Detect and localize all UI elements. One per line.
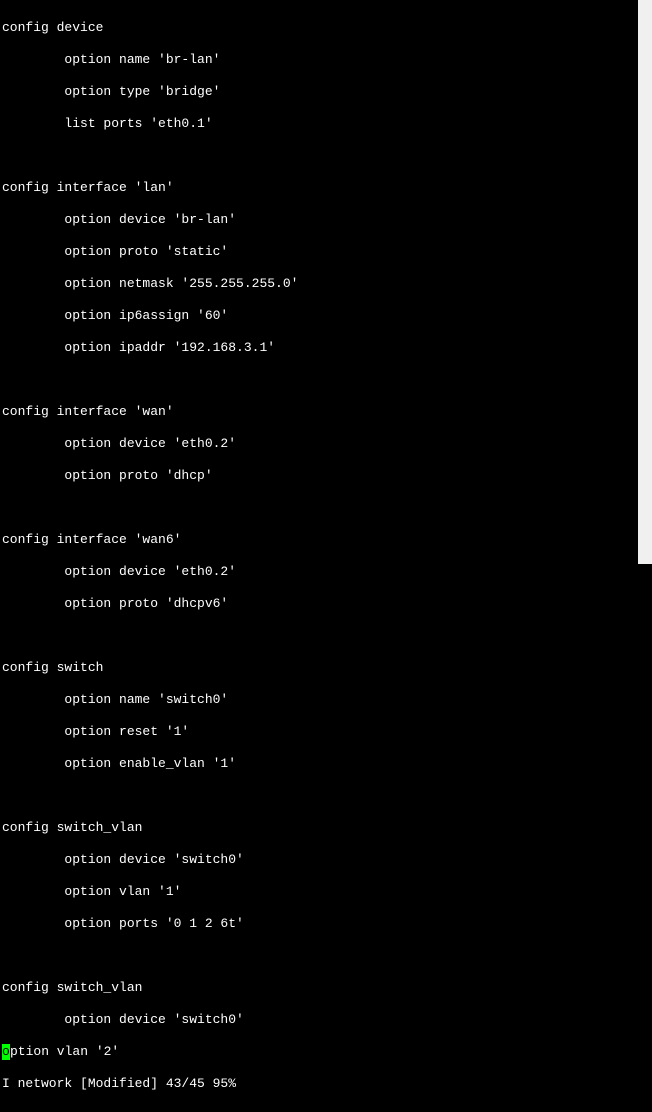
config-line: option netmask '255.255.255.0' [2,276,650,292]
terminal-editor[interactable]: config device option name 'br-lan' optio… [0,0,652,1112]
config-line [2,628,650,644]
config-line [2,788,650,804]
scrollbar[interactable] [638,0,652,564]
config-line: option proto 'static' [2,244,650,260]
config-line: config switch [2,660,650,676]
config-line: config switch_vlan [2,820,650,836]
editor-status-line: I network [Modified] 43/45 95% [2,1076,650,1092]
config-line: option device 'eth0.2' [2,436,650,452]
editor-cursor: o [2,1044,10,1060]
config-line: option proto 'dhcpv6' [2,596,650,612]
config-line [2,500,650,516]
config-line: config switch_vlan [2,980,650,996]
config-line: option vlan '1' [2,884,650,900]
cursor-line: option vlan '2' [2,1044,650,1060]
config-line: option type 'bridge' [2,84,650,100]
config-line: config interface 'wan' [2,404,650,420]
config-line: config device [2,20,650,36]
config-line [2,372,650,388]
config-line: option proto 'dhcp' [2,468,650,484]
config-line: option device 'eth0.2' [2,564,650,580]
cursor-line-text: ption vlan '2' [10,1044,119,1059]
config-line: config interface 'lan' [2,180,650,196]
config-line: option device 'switch0' [2,852,650,868]
config-line [2,148,650,164]
config-line: option enable_vlan '1' [2,756,650,772]
config-line [2,948,650,964]
config-line: list ports 'eth0.1' [2,116,650,132]
config-line: option name 'br-lan' [2,52,650,68]
scrollbar-track[interactable] [638,0,652,564]
config-line: option device 'switch0' [2,1012,650,1028]
config-line: option reset '1' [2,724,650,740]
config-line: option name 'switch0' [2,692,650,708]
config-line: config interface 'wan6' [2,532,650,548]
config-line: option device 'br-lan' [2,212,650,228]
config-line: option ipaddr '192.168.3.1' [2,340,650,356]
config-line: option ip6assign '60' [2,308,650,324]
config-line: option ports '0 1 2 6t' [2,916,650,932]
